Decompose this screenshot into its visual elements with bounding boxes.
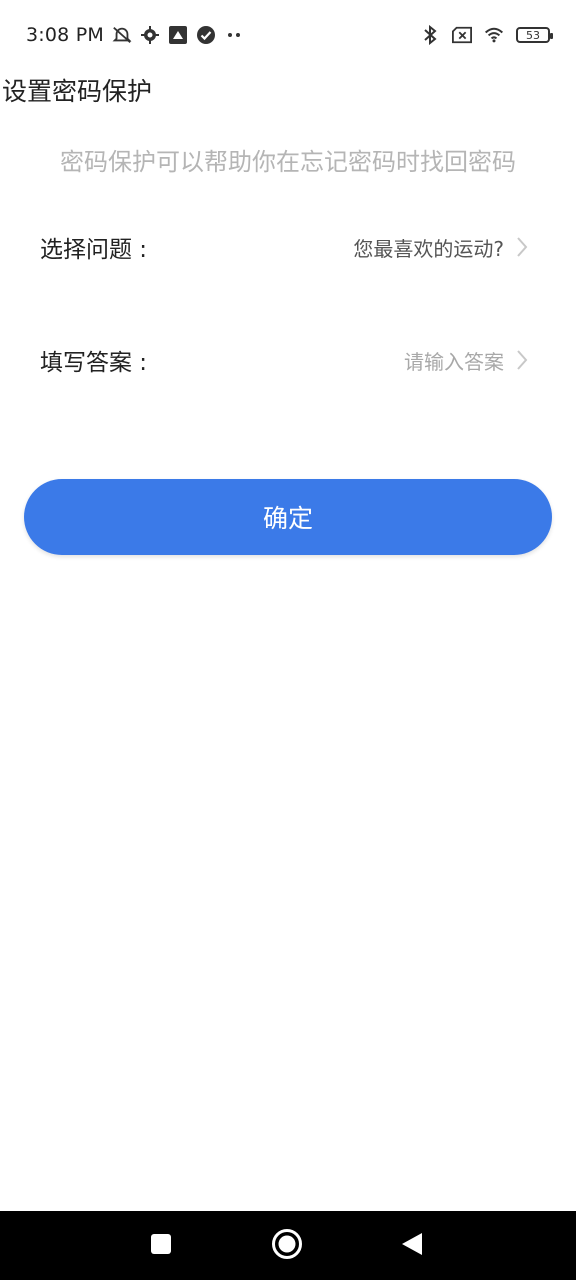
check-circle-icon <box>196 25 216 45</box>
select-question-label: 选择问题 : <box>40 237 148 263</box>
confirm-button[interactable]: 确定 <box>24 479 552 555</box>
screenshot-icon <box>168 25 188 45</box>
more-dots-icon <box>224 25 244 45</box>
select-question-row[interactable]: 选择问题 : 您最喜欢的运动? <box>40 217 530 277</box>
recents-button[interactable] <box>131 1211 191 1280</box>
chevron-right-icon <box>514 235 530 259</box>
select-question-value-group[interactable]: 您最喜欢的运动? <box>353 233 530 262</box>
system-nav-bar <box>0 1211 576 1280</box>
answer-row[interactable]: 填写答案 : 请输入答案 <box>40 330 530 390</box>
answer-input[interactable]: 请输入答案 <box>404 346 504 375</box>
bluetooth-icon <box>420 25 440 45</box>
answer-label: 填写答案 : <box>40 350 148 376</box>
status-bar-right: 53 <box>420 22 553 48</box>
wifi-icon <box>484 25 504 45</box>
gear-icon <box>140 25 160 45</box>
mute-bell-icon <box>112 25 132 45</box>
recents-icon <box>150 1233 172 1259</box>
chevron-right-icon <box>514 348 530 372</box>
back-icon <box>400 1231 424 1261</box>
home-icon <box>271 1228 303 1264</box>
battery-level: 53 <box>526 28 540 42</box>
status-time: 3:08 PM <box>26 24 104 46</box>
back-button[interactable] <box>382 1211 442 1280</box>
page-title: 设置密码保护 <box>2 77 153 106</box>
answer-input-group[interactable]: 请输入答案 <box>404 346 530 375</box>
confirm-button-label: 确定 <box>262 504 313 533</box>
sim-x-icon <box>452 25 472 45</box>
battery-icon: 53 <box>516 27 553 43</box>
status-bar-left: 3:08 PM <box>26 22 244 48</box>
page-subtitle: 密码保护可以帮助你在忘记密码时找回密码 <box>60 148 516 176</box>
select-question-value: 您最喜欢的运动? <box>353 236 504 261</box>
status-bar: 3:08 PM 53 <box>0 0 576 70</box>
home-button[interactable] <box>257 1211 317 1280</box>
